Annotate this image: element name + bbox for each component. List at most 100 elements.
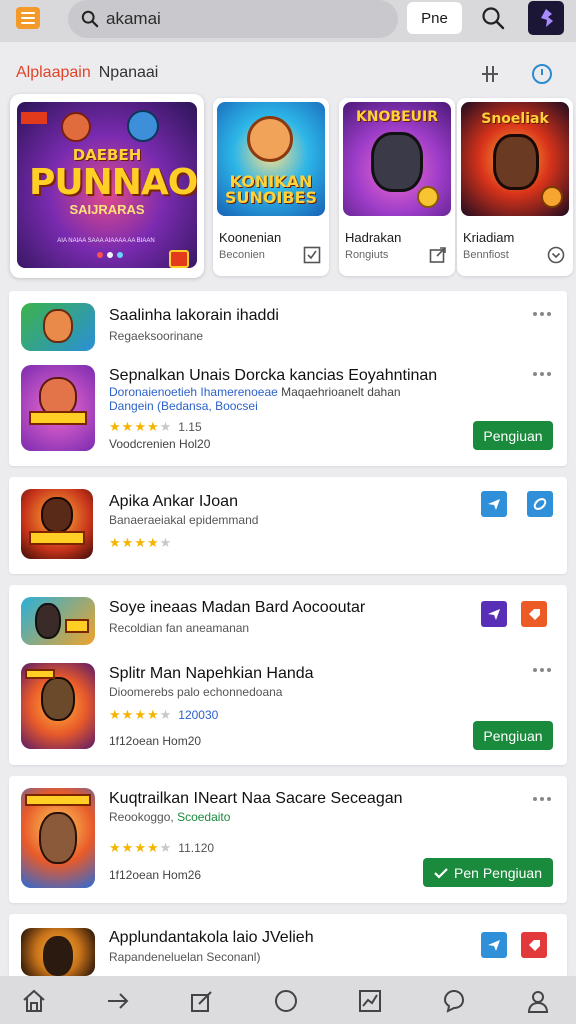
send-icon[interactable]: [481, 932, 507, 958]
bottom-nav: [0, 976, 576, 1024]
tag-icon[interactable]: [521, 601, 547, 627]
star-rating: ★ ★ ★ ★ ★ 11.120: [109, 840, 214, 856]
app-icon[interactable]: [21, 489, 93, 559]
more-options-icon[interactable]: [531, 371, 553, 377]
app-list-card-2: Apika Ankar IJoan Banaeraeiakal epidemma…: [9, 477, 567, 574]
search-icon[interactable]: [480, 5, 506, 31]
section-title-secondary[interactable]: Npanaai: [99, 64, 159, 81]
search-bar[interactable]: akamai: [68, 0, 398, 38]
app-subtitle: Doronaienoetieh Ihamerenoeae Maqaehrioan…: [109, 385, 401, 399]
featured-main-artwork: DAEBEH PUNNAOK SAIJRARAS AIA NAIAA SAAA …: [17, 102, 197, 268]
star-filled-icon: ★: [134, 419, 146, 434]
star-filled-icon: ★: [146, 840, 159, 855]
clock-icon[interactable]: [530, 62, 554, 86]
star-filled-icon: ★: [109, 419, 121, 434]
star-filled-icon: ★: [109, 840, 121, 855]
arrow-right-icon[interactable]: [105, 988, 131, 1014]
rating-number: 120030: [178, 708, 219, 722]
featured-card-1[interactable]: KONIKAN SUNOIBES Koonenian Beconien: [213, 98, 329, 276]
app-subtitle: Regaeksoorinane: [109, 329, 204, 343]
app-list-card-3: Soye ineaas Madan Bard Aocooutar Recoldi…: [9, 585, 567, 765]
filter-icon[interactable]: [478, 62, 502, 86]
pne-button[interactable]: Pne: [407, 2, 462, 34]
chevron-circle-icon[interactable]: [547, 246, 565, 264]
star-empty-icon: ★: [159, 707, 172, 722]
install-button[interactable]: Pengiuan: [473, 721, 553, 750]
more-options-icon[interactable]: [531, 311, 553, 317]
app-subtitle-gray: Reookoggo,: [109, 810, 174, 824]
install-button[interactable]: Pen Pengiuan: [423, 858, 553, 887]
check-icon: [434, 867, 448, 879]
star-filled-icon: ★: [121, 840, 134, 855]
app-subtitle: Rapandeneluelan Seconanl): [109, 950, 261, 964]
app-title[interactable]: Sepnalkan Unais Dorcka kancias Eoyahntin…: [109, 367, 437, 385]
app-list-card-1: Saalinha lakorain ihaddi Regaeksoorinane…: [9, 291, 567, 466]
featured-card-name: Hadrakan: [345, 230, 402, 245]
section-title: Alplaapain Npanaai: [16, 64, 158, 82]
character-figure: [247, 116, 293, 162]
section-title-primary[interactable]: Alplaapain: [16, 64, 91, 81]
share-box-icon[interactable]: [429, 246, 447, 264]
app-icon[interactable]: [21, 365, 95, 451]
star-filled-icon: ★: [146, 419, 159, 434]
character-figure: [493, 134, 539, 190]
featured-card-name: Kriadiam: [463, 230, 515, 245]
app-title[interactable]: Apika Ankar IJoan: [109, 493, 238, 511]
featured-fine-print: AIA NAIAA SAAA AIAAAA AA BIAAN: [57, 238, 155, 244]
tag-icon[interactable]: [521, 932, 547, 958]
circle-icon[interactable]: [273, 988, 299, 1014]
app-publisher: Dangein (Bedansa, Boocsei: [109, 399, 258, 413]
send-icon[interactable]: [481, 601, 507, 627]
app-title[interactable]: Splitr Man Napehkian Handa: [109, 665, 314, 683]
featured-card-artwork: KONIKAN SUNOIBES: [217, 102, 325, 216]
edit-icon[interactable]: [189, 988, 215, 1014]
more-options-icon[interactable]: [531, 796, 553, 802]
app-icon[interactable]: [21, 597, 95, 645]
featured-main-card[interactable]: DAEBEH PUNNAOK SAIJRARAS AIA NAIAA SAAA …: [10, 94, 204, 278]
rating-number: 1.15: [178, 420, 202, 434]
app-logo-icon[interactable]: [528, 1, 564, 35]
rating-badge-icon: [169, 250, 189, 268]
star-rating: ★ ★ ★ ★ ★ 1.15: [109, 419, 202, 435]
app-list-card-4: Kuqtrailkan INeart Naa Sacare Seceagan R…: [9, 776, 567, 903]
link-icon[interactable]: [527, 491, 553, 517]
coin-icon: [541, 186, 563, 208]
hero-figure-right: [127, 110, 159, 142]
send-icon[interactable]: [481, 491, 507, 517]
character-figure: [371, 132, 423, 192]
profile-icon[interactable]: [525, 988, 551, 1014]
star-empty-icon: ★: [159, 535, 172, 550]
app-meta: 1f12oean Hom20: [109, 734, 202, 748]
top-bar: akamai Pne: [0, 0, 576, 42]
app-subtitle-blue: Doronaienoetieh Ihamerenoeae: [109, 385, 278, 399]
featured-card-artwork: Snoeliak: [461, 102, 569, 216]
app-title[interactable]: Applundantakola laio JVelieh: [109, 929, 314, 947]
app-icon[interactable]: [21, 788, 95, 888]
star-filled-icon: ★: [121, 535, 134, 550]
corner-badge: [21, 112, 47, 124]
app-icon[interactable]: [21, 928, 95, 976]
featured-card-sub: Bennfiost: [463, 249, 509, 261]
install-button[interactable]: Pengiuan: [473, 421, 553, 450]
search-input[interactable]: akamai: [106, 9, 161, 29]
hamburger-menu-icon[interactable]: [16, 7, 40, 29]
app-title[interactable]: Soye ineaas Madan Bard Aocooutar: [109, 599, 365, 617]
star-empty-icon: ★: [159, 840, 172, 855]
app-subtitle: Banaeraeiakal epidemmand: [109, 513, 259, 527]
featured-card-art-title: Snoeliak: [481, 111, 549, 127]
featured-card-3[interactable]: Snoeliak Kriadiam Bennfiost: [457, 98, 573, 276]
app-title[interactable]: Saalinha lakorain ihaddi: [109, 307, 279, 325]
app-icon[interactable]: [21, 663, 95, 749]
featured-card-2[interactable]: KNOBEUIR Hadrakan Rongiuts: [339, 98, 455, 276]
carousel-dots[interactable]: [97, 252, 123, 258]
chart-box-icon[interactable]: [357, 988, 383, 1014]
featured-card-sub: Beconien: [219, 249, 265, 261]
chat-icon[interactable]: [441, 988, 467, 1014]
checkbox-icon[interactable]: [303, 246, 321, 264]
home-icon[interactable]: [21, 988, 47, 1014]
more-options-icon[interactable]: [531, 667, 553, 673]
app-title[interactable]: Kuqtrailkan INeart Naa Sacare Seceagan: [109, 790, 403, 808]
app-icon[interactable]: [21, 303, 95, 351]
star-empty-icon: ★: [159, 419, 172, 434]
featured-card-sub: Rongiuts: [345, 249, 389, 261]
